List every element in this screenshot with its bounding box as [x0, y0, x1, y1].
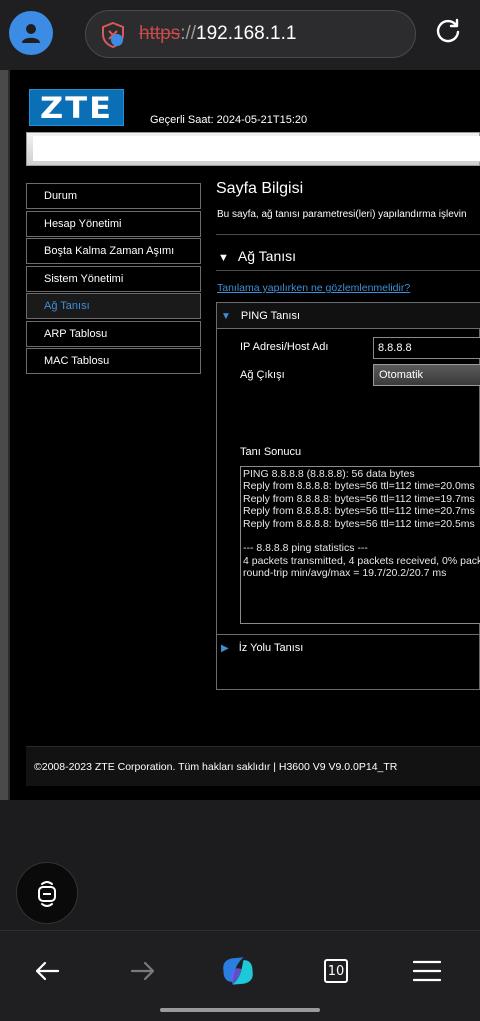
browser-bottom-bar: 10	[0, 930, 480, 1021]
url-scheme: https	[139, 23, 181, 44]
section-title: Ağ Tanısı	[237, 248, 297, 264]
result-line: Reply from 8.8.8.8: bytes=56 ttl=112 tim…	[243, 517, 475, 530]
result-line: 4 packets transmitted, 4 packets receive…	[243, 554, 480, 567]
page-edge-inner	[8, 70, 10, 800]
page-footer: ©2008-2023 ZTE Corporation. Tüm hakları …	[26, 746, 480, 786]
copilot-logo-icon	[223, 957, 253, 985]
tabs-button[interactable]: 10	[316, 951, 356, 991]
result-textarea[interactable]: PING 8.8.8.8 (8.8.8.8): 56 data bytes Re…	[240, 466, 480, 624]
result-line: Reply from 8.8.8.8: bytes=56 ttl=112 tim…	[243, 492, 475, 505]
home-indicator[interactable]	[160, 1008, 320, 1012]
web-page: ZTE Geçerli Saat: 2024-05-21T15:20 Ana S…	[0, 70, 480, 800]
collapse-triangle-icon: ▼	[218, 252, 229, 264]
forward-arrow-icon	[130, 961, 155, 981]
ip-input[interactable]: 8.8.8.8	[373, 337, 480, 359]
profile-avatar-button[interactable]	[9, 11, 53, 55]
page-edge	[0, 70, 8, 800]
reload-icon[interactable]	[433, 17, 463, 47]
copilot-icon	[38, 881, 56, 907]
sidebar-item-mac[interactable]: MAC Tablosu	[26, 348, 201, 374]
url-host: 192.168.1.1	[196, 23, 297, 44]
sidebar-item-status[interactable]: Durum	[26, 183, 201, 209]
url-separator: ://	[180, 23, 197, 44]
egress-label: Ağ Çıkışı	[240, 369, 285, 381]
ip-label: IP Adresi/Host Adı	[240, 341, 329, 353]
result-line: Reply from 8.8.8.8: bytes=56 ttl=112 tim…	[243, 505, 475, 518]
top-nav: Ana Sayfa Topoloji İnternet	[26, 132, 480, 166]
zte-logo: ZTE	[29, 89, 124, 126]
traceroute-title: İz Yolu Tanısı	[238, 642, 304, 654]
expand-triangle-icon: ▶	[221, 643, 229, 654]
current-time: Geçerli Saat: 2024-05-21T15:20	[150, 114, 308, 126]
traceroute-section[interactable]: ▶ İz Yolu Tanısı	[217, 634, 480, 660]
tab-count-icon: 10	[324, 959, 348, 983]
insecure-shield-icon[interactable]	[99, 21, 127, 49]
logo-text: ZTE	[40, 90, 113, 125]
top-nav-home[interactable]: Ana Sayfa	[81, 143, 132, 155]
sidebar-item-arp[interactable]: ARP Tablosu	[26, 320, 201, 347]
menu-button[interactable]	[407, 951, 447, 991]
result-line: round-trip min/avg/max = 19.7/20.2/20.7 …	[243, 567, 447, 580]
page-description: Bu sayfa, ağ tanısı parametresi(leri) ya…	[217, 209, 467, 220]
result-line: Reply from 8.8.8.8: bytes=56 ttl=112 tim…	[243, 480, 475, 493]
top-nav-internet[interactable]: İnternet	[365, 143, 402, 155]
sidebar-item-idle-timeout[interactable]: Boşta Kalma Zaman Aşımı	[26, 238, 201, 264]
egress-select[interactable]: Otomatik	[373, 364, 480, 386]
address-bar[interactable]: https://192.168.1.1	[85, 10, 416, 58]
sidebar-item-diagnostics[interactable]: Ağ Tanısı	[26, 293, 201, 319]
divider	[216, 270, 480, 271]
section-header[interactable]: ▼ Ağ Tanısı	[218, 248, 296, 264]
hamburger-menu-icon	[413, 960, 441, 982]
main-content: Sayfa Bilgisi Bu sayfa, ağ tanısı parame…	[216, 180, 480, 690]
copilot-home-button[interactable]	[218, 951, 258, 991]
top-nav-topology[interactable]: Topoloji	[225, 143, 262, 155]
divider	[216, 234, 480, 235]
sidebar-item-account[interactable]: Hesap Yönetimi	[26, 210, 201, 237]
person-icon	[22, 24, 40, 43]
back-button[interactable]	[27, 951, 67, 991]
result-label: Tanı Sonucu	[240, 446, 302, 458]
result-line: PING 8.8.8.8 (8.8.8.8): 56 data bytes	[243, 468, 415, 480]
help-link[interactable]: Tanılama yapılırken ne gözlemlenmelidir?	[217, 282, 410, 294]
copilot-button[interactable]	[16, 862, 78, 924]
sidebar-item-system[interactable]: Sistem Yönetimi	[26, 265, 201, 292]
sidebar: Durum Hesap Yönetimi Boşta Kalma Zaman A…	[26, 183, 201, 376]
ping-panel: ▼ PING Tanısı IP Adresi/Host Adı 8.8.8.8 …	[216, 302, 480, 690]
forward-button[interactable]	[123, 951, 163, 991]
page-title: Sayfa Bilgisi	[216, 180, 304, 197]
url-text: https://192.168.1.1	[139, 23, 296, 45]
expanded-triangle-icon: ▼	[221, 311, 231, 322]
browser-toolbar: https://192.168.1.1	[0, 0, 480, 70]
ping-panel-header[interactable]: ▼ PING Tanısı	[217, 303, 480, 329]
ping-panel-title: PING Tanısı	[240, 310, 301, 322]
result-line: --- 8.8.8.8 ping statistics ---	[243, 542, 368, 555]
result-line	[243, 530, 480, 542]
back-arrow-icon	[35, 961, 60, 981]
